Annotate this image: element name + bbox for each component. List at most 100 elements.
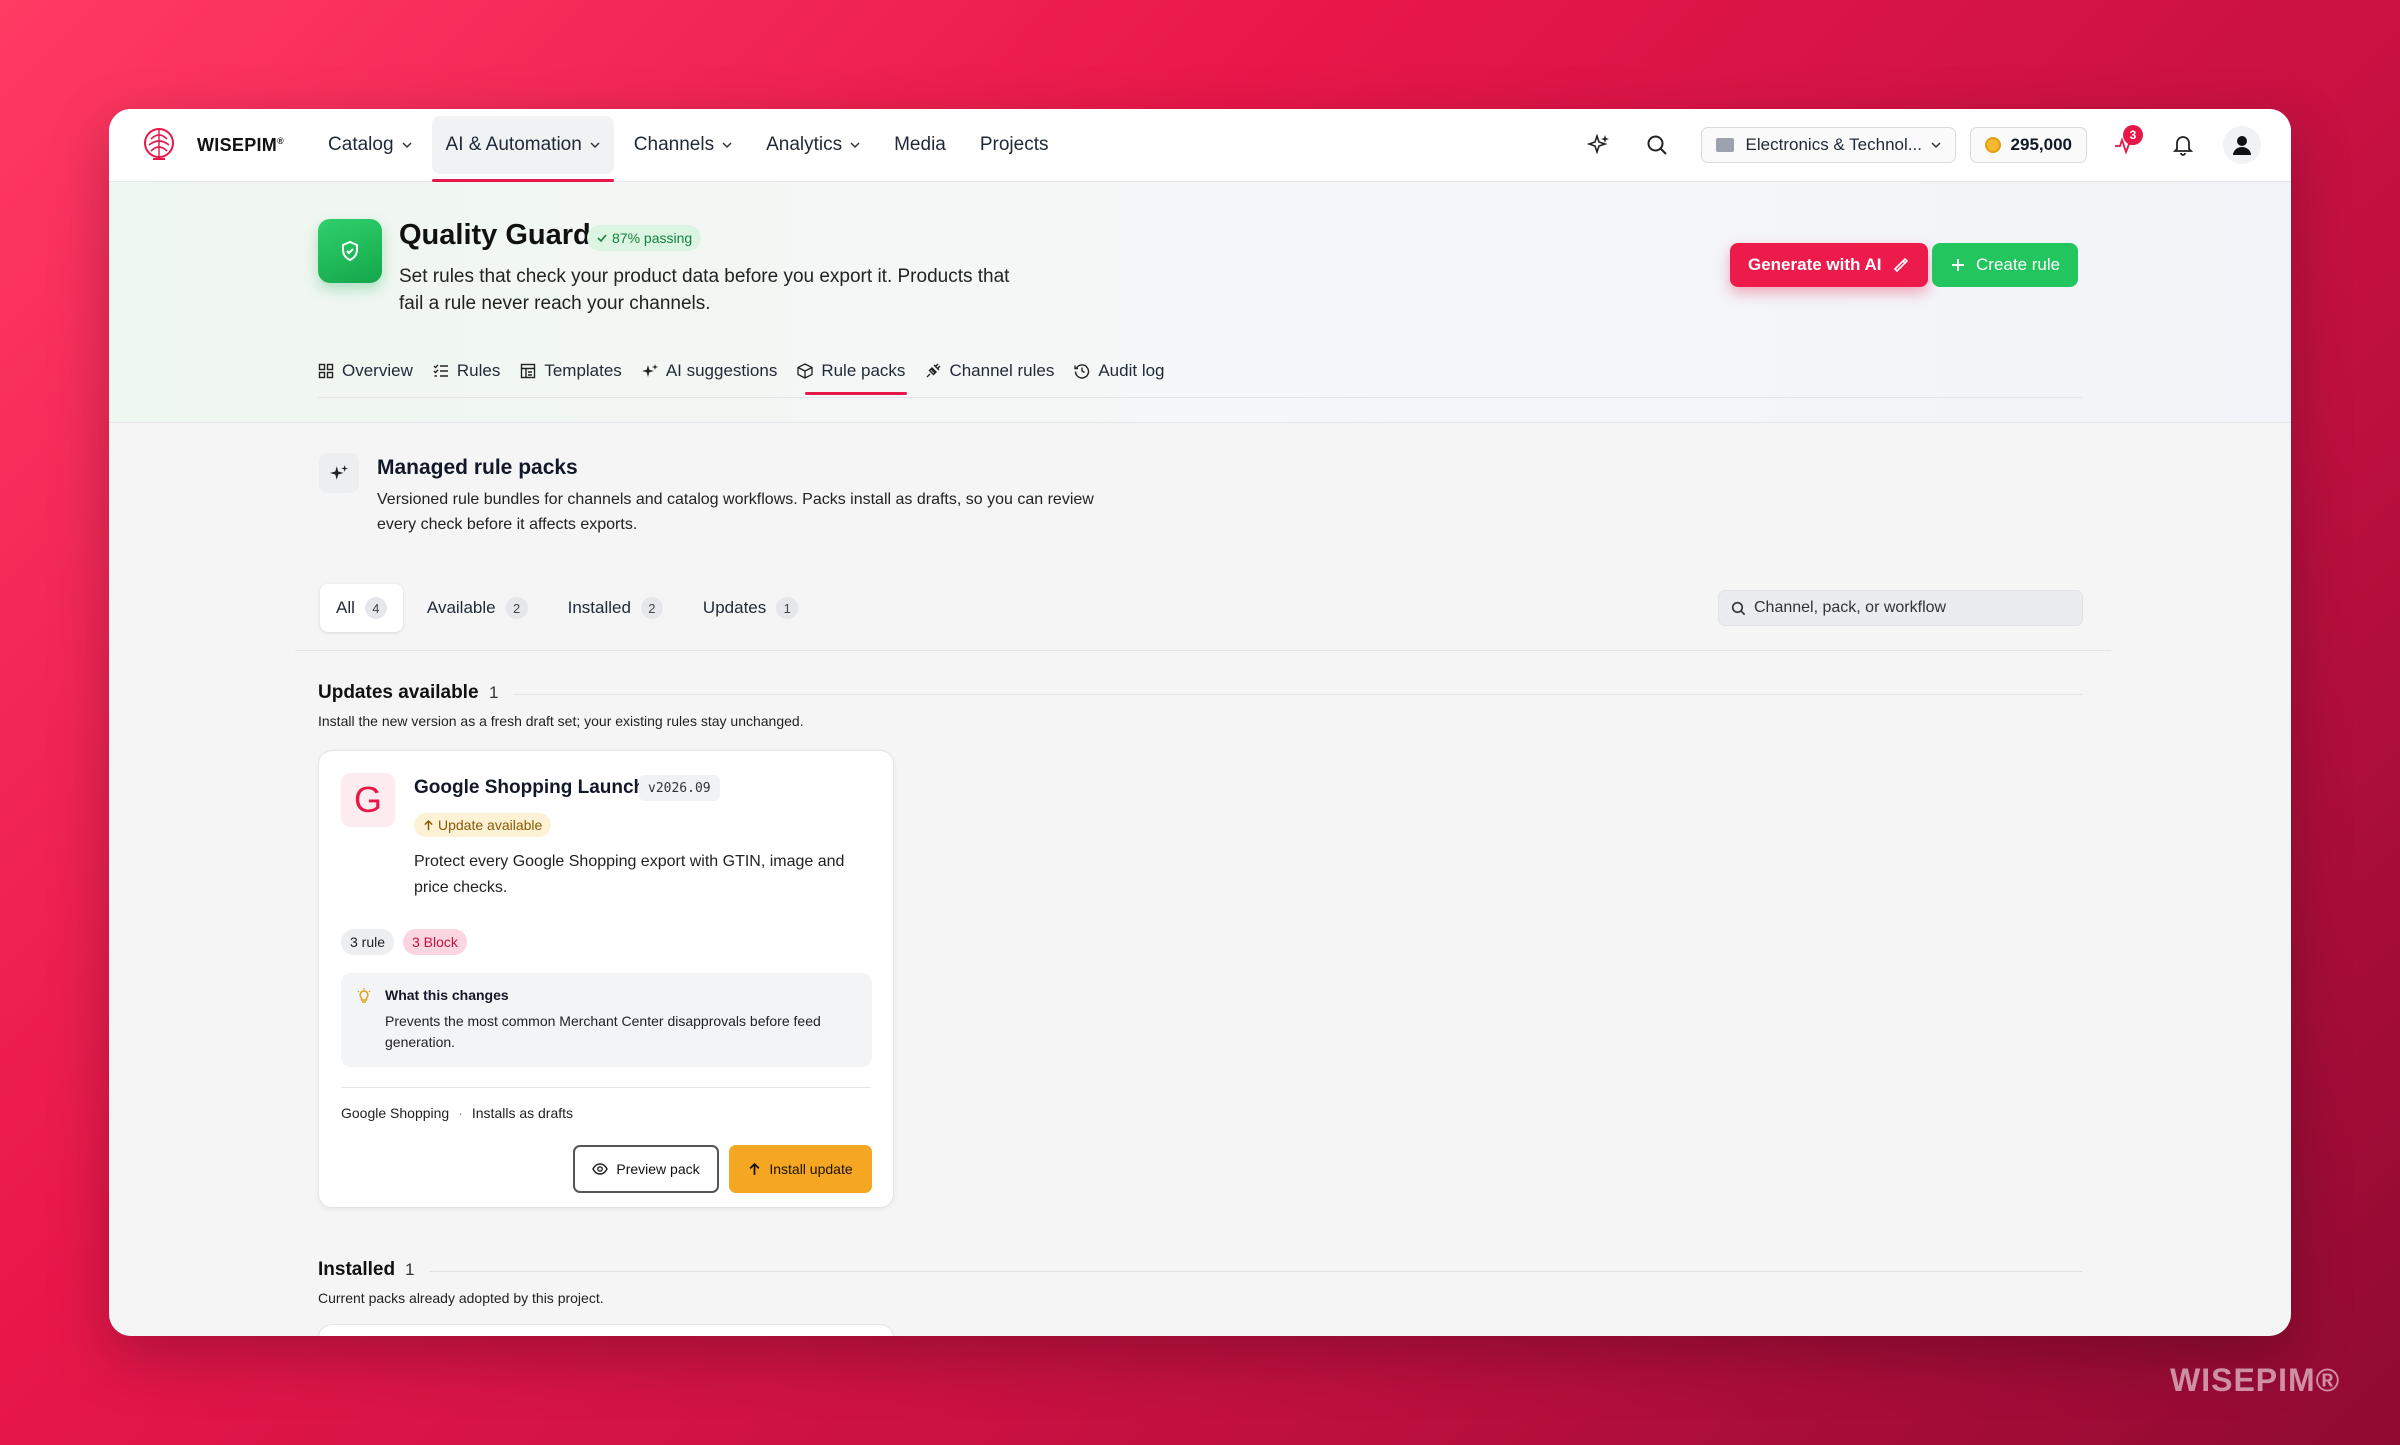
brand-name: WISEPIM® — [197, 134, 285, 155]
page-description: Set rules that check your product data b… — [399, 266, 1010, 314]
eye-icon — [592, 1163, 609, 1175]
notifications-button[interactable] — [2163, 125, 2203, 165]
tab-rules[interactable]: Rules — [433, 351, 500, 391]
nav-analytics[interactable]: Analytics — [752, 116, 874, 174]
filter-updates[interactable]: Updates 1 — [687, 584, 814, 632]
sparkles-icon — [1586, 133, 1609, 155]
changes-title: What this changes — [385, 987, 509, 1003]
magic-wand-icon — [1893, 257, 1908, 273]
chevron-down-icon — [590, 142, 600, 149]
credits-balance[interactable]: 295,000 — [1969, 127, 2087, 163]
pack-description: Protect every Google Shopping export wit… — [414, 853, 845, 896]
section-description: Versioned rule bundles for channels and … — [377, 491, 1094, 533]
filter-count: 2 — [640, 597, 663, 619]
rule-pack-card: G Google Shopping Launch v2026.09 Update… — [318, 750, 894, 1208]
pack-filter-tabs: All 4 Available 2 Installed 2 Updates 1 — [320, 584, 822, 632]
rule-packs-section-icon — [319, 453, 359, 493]
updates-group-title: Updates available — [318, 682, 479, 703]
package-icon — [797, 363, 813, 379]
pack-version-badge: v2026.09 — [639, 775, 720, 801]
coin-icon — [1984, 137, 2001, 153]
meta-separator: · — [458, 1105, 463, 1121]
nav-ai-automation[interactable]: AI & Automation — [431, 116, 615, 182]
preview-pack-button[interactable]: Preview pack — [573, 1145, 719, 1193]
installed-group-count: 1 — [405, 1260, 415, 1279]
quality-guard-logo — [318, 219, 382, 283]
shield-icon — [342, 240, 358, 262]
filter-count: 1 — [776, 597, 799, 619]
rule-count-tag: 3 rule — [341, 929, 395, 955]
search-icon — [1731, 601, 1746, 615]
section-title: Managed rule packs — [377, 456, 578, 479]
updates-group-description: Install the new version as a fresh draft… — [318, 713, 804, 729]
brain-logo-icon — [144, 128, 174, 160]
page-title: Quality Guard — [399, 219, 591, 251]
nav-media[interactable]: Media — [880, 116, 960, 174]
nav-projects[interactable]: Projects — [966, 116, 1063, 174]
bell-icon — [2172, 136, 2194, 156]
tab-templates[interactable]: Templates — [520, 351, 622, 391]
pack-channel: Google Shopping — [341, 1105, 450, 1121]
search-button[interactable] — [1637, 125, 1677, 165]
tab-audit-log[interactable]: Audit log — [1074, 351, 1165, 391]
installed-group-line — [429, 1271, 2082, 1272]
watermark: WISEPIM® — [2170, 1362, 2341, 1398]
history-icon — [1074, 364, 1090, 379]
updates-group-line — [513, 694, 2082, 695]
workspace-label: Electronics & Technol... — [1745, 135, 1922, 154]
app-window: WISEPIM® Catalog AI & Automation Channel… — [109, 109, 2291, 1336]
user-avatar[interactable] — [2223, 126, 2261, 164]
chevron-down-icon — [850, 142, 860, 149]
passing-status-badge: 87% passing — [587, 225, 702, 251]
pack-search-input[interactable]: Channel, pack, or workflow — [1718, 590, 2083, 626]
pack-title: Google Shopping Launch — [414, 777, 646, 798]
what-changes-panel: What this changes Prevents the most comm… — [341, 973, 872, 1067]
search-placeholder: Channel, pack, or workflow — [1754, 599, 1947, 616]
card-divider — [341, 1087, 871, 1088]
filter-all[interactable]: All 4 — [320, 584, 403, 632]
filters-divider — [295, 650, 2111, 651]
grid-icon — [318, 363, 334, 379]
changes-text: Prevents the most common Merchant Center… — [385, 1013, 821, 1050]
tab-overview[interactable]: Overview — [318, 351, 413, 391]
page-header: Quality Guard 87% passing Set rules that… — [109, 183, 2291, 423]
filter-available[interactable]: Available 2 — [411, 584, 544, 632]
filter-count: 2 — [505, 597, 528, 619]
install-update-button[interactable]: Install update — [729, 1145, 872, 1193]
nav-actions: Electronics & Technol... 295,000 3 — [1561, 125, 2261, 165]
user-icon — [2233, 136, 2251, 155]
tab-channel-rules[interactable]: Channel rules — [925, 351, 1054, 391]
workspace-icon — [1715, 138, 1734, 152]
generate-with-ai-button[interactable]: Generate with AI — [1730, 243, 1928, 287]
arrow-up-icon — [749, 1162, 760, 1175]
section-tabs: Overview Rules Templates AI suggestions … — [318, 351, 1185, 395]
nav-catalog[interactable]: Catalog — [314, 116, 426, 174]
tab-ai-suggestions[interactable]: AI suggestions — [641, 351, 777, 391]
installed-pack-card — [318, 1324, 894, 1336]
block-count-tag: 3 Block — [403, 929, 467, 955]
create-rule-button[interactable]: Create rule — [1932, 243, 2079, 287]
ai-sparkle-button[interactable] — [1579, 125, 1619, 165]
pack-install-mode: Installs as drafts — [471, 1105, 574, 1121]
lightbulb-icon — [357, 988, 371, 1003]
installed-group-title: Installed — [318, 1259, 396, 1280]
list-check-icon — [433, 364, 448, 377]
tab-rule-packs[interactable]: Rule packs — [797, 351, 908, 395]
brand[interactable]: WISEPIM® — [139, 125, 284, 165]
update-available-badge: Update available — [414, 813, 552, 837]
sparkles-icon — [330, 465, 348, 480]
chevron-down-icon — [1931, 142, 1941, 149]
filter-installed[interactable]: Installed 2 — [552, 584, 679, 632]
template-icon — [521, 363, 536, 379]
plug-icon — [926, 363, 941, 378]
activity-count-badge: 3 — [2123, 125, 2143, 145]
plus-icon — [1952, 259, 1964, 271]
main-menu: Catalog AI & Automation Channels Analyti… — [314, 109, 1068, 182]
arrow-up-icon — [424, 819, 433, 830]
tabs-divider — [318, 397, 2082, 398]
google-logo-icon: G — [341, 773, 395, 827]
workspace-select[interactable]: Electronics & Technol... — [1700, 127, 1956, 163]
activity-button[interactable]: 3 — [2105, 125, 2145, 165]
updates-group-count: 1 — [489, 683, 499, 702]
nav-channels[interactable]: Channels — [620, 116, 746, 174]
